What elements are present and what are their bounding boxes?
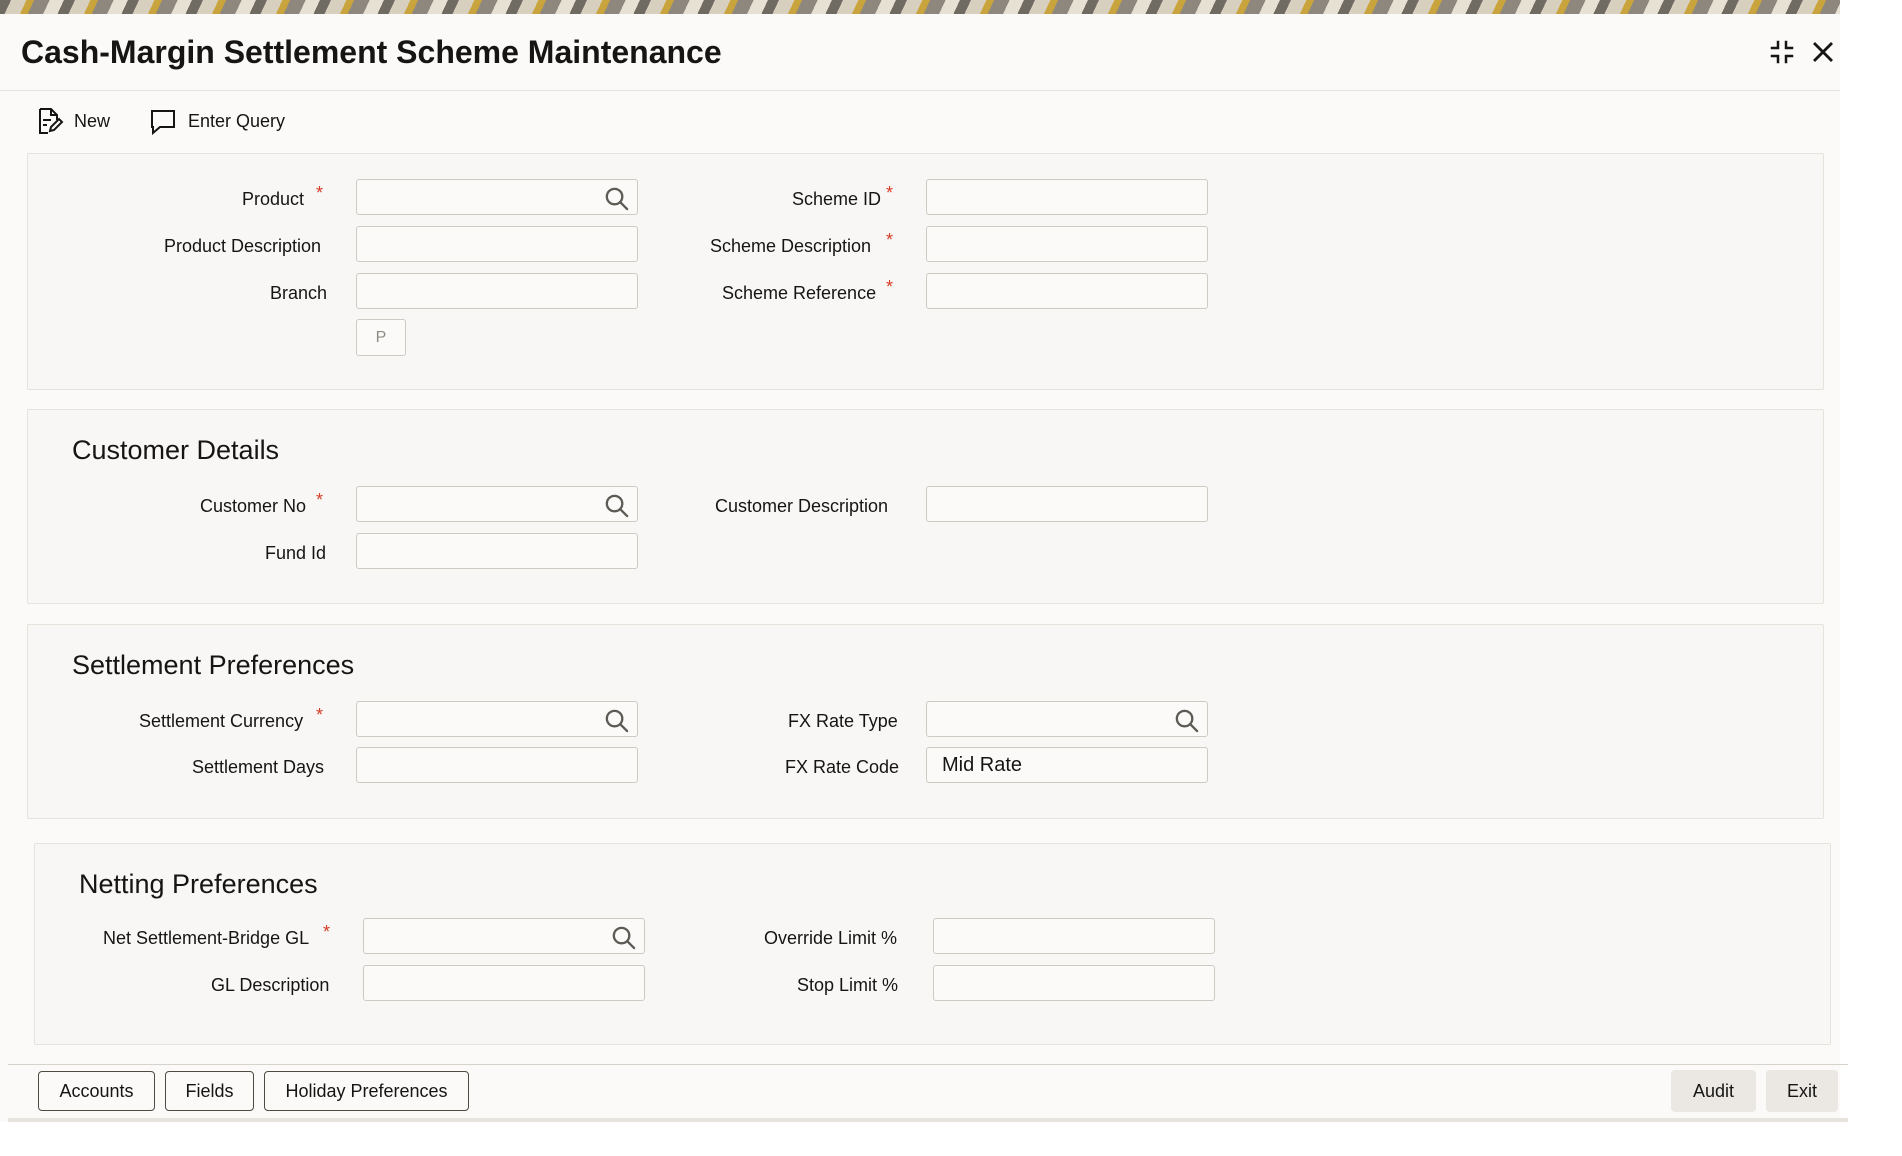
settlement-days-input[interactable] [357, 748, 637, 782]
gl-description-input[interactable] [364, 966, 644, 1000]
audit-button[interactable]: Audit [1671, 1070, 1756, 1112]
fx-rate-code-field-wrapper [926, 747, 1208, 783]
minimize-icon[interactable] [1766, 36, 1798, 68]
footer-divider [8, 1064, 1848, 1065]
scheme-reference-label: Scheme Reference [722, 283, 877, 303]
holiday-preferences-button[interactable]: Holiday Preferences [264, 1071, 469, 1111]
netting-preferences-panel: Netting Preferences Net Settlement-Bridg… [34, 843, 1831, 1045]
customer-no-required-marker: * [316, 490, 324, 510]
fund-id-field-wrapper [356, 533, 638, 569]
search-icon[interactable] [610, 924, 637, 951]
settlement-preferences-title: Settlement Preferences [72, 650, 355, 680]
toolbar: New Enter Query [0, 92, 1840, 150]
override-limit-label: Override Limit % [764, 928, 898, 948]
settlement-days-label: Settlement Days [192, 757, 325, 777]
settlement-currency-input[interactable] [357, 702, 637, 736]
fx-rate-type-label: FX Rate Type [788, 711, 898, 731]
net-settlement-bridge-gl-required-marker: * [323, 922, 331, 942]
maintenance-window: Cash-Margin Settlement Scheme Maintenanc… [0, 0, 1848, 1122]
gl-description-field-wrapper [363, 965, 645, 1001]
enter-query-label: Enter Query [188, 110, 286, 131]
scheme-description-required-marker: * [886, 230, 894, 250]
branch-field-wrapper [356, 273, 638, 309]
product-field-wrapper [356, 179, 638, 215]
customer-no-input[interactable] [357, 487, 637, 521]
scheme-description-label: Scheme Description [710, 236, 872, 256]
customer-description-field-wrapper [926, 486, 1208, 522]
application-screen: Cash-Margin Settlement Scheme Maintenanc… [0, 0, 1902, 1156]
scheme-id-input[interactable] [927, 180, 1207, 214]
settlement-currency-field-wrapper [356, 701, 638, 737]
product-label: Product [242, 189, 305, 209]
scheme-description-input[interactable] [927, 227, 1207, 261]
close-icon[interactable] [1807, 36, 1839, 68]
exit-button[interactable]: Exit [1766, 1070, 1838, 1112]
scheme-id-required-marker: * [886, 183, 894, 203]
fund-id-label: Fund Id [265, 543, 327, 563]
fx-rate-code-label: FX Rate Code [785, 757, 900, 777]
document-edit-icon [39, 108, 64, 134]
netting-preferences-title: Netting Preferences [79, 869, 318, 899]
branch-label: Branch [270, 283, 328, 303]
new-button[interactable]: New [34, 104, 110, 138]
customer-description-label: Customer Description [715, 496, 889, 516]
override-limit-field-wrapper [933, 918, 1215, 954]
fund-id-input[interactable] [357, 534, 637, 568]
customer-no-label: Customer No [200, 496, 307, 516]
scheme-description-field-wrapper [926, 226, 1208, 262]
branch-input[interactable] [357, 274, 637, 308]
override-limit-input[interactable] [934, 919, 1214, 953]
scheme-reference-required-marker: * [886, 277, 894, 297]
product-description-label: Product Description [164, 236, 322, 256]
accounts-button[interactable]: Accounts [38, 1071, 155, 1111]
search-icon[interactable] [603, 185, 630, 212]
fields-button[interactable]: Fields [165, 1071, 254, 1111]
settlement-days-field-wrapper [356, 747, 638, 783]
scheme-reference-input[interactable] [927, 274, 1207, 308]
title-bar: Cash-Margin Settlement Scheme Maintenanc… [0, 14, 1840, 91]
search-icon[interactable] [603, 492, 630, 519]
stop-limit-field-wrapper [933, 965, 1215, 1001]
search-icon[interactable] [603, 707, 630, 734]
settlement-currency-required-marker: * [316, 705, 324, 725]
net-settlement-bridge-gl-field-wrapper [363, 918, 645, 954]
footer-shadow [8, 1118, 1848, 1122]
net-settlement-bridge-gl-label: Net Settlement-Bridge GL [103, 928, 310, 948]
fx-rate-type-input[interactable] [927, 702, 1207, 736]
page-title: Cash-Margin Settlement Scheme Maintenanc… [21, 34, 722, 70]
chat-bubble-icon [151, 110, 175, 136]
p-button[interactable]: P [356, 319, 406, 356]
customer-details-panel: Customer Details Customer No * Fund Id C… [27, 409, 1824, 604]
net-settlement-bridge-gl-input[interactable] [364, 919, 644, 953]
scheme-id-label: Scheme ID [792, 189, 882, 209]
stop-limit-input[interactable] [934, 966, 1214, 1000]
product-input[interactable] [357, 180, 637, 214]
product-description-field-wrapper [356, 226, 638, 262]
product-description-input[interactable] [357, 227, 637, 261]
product-required-marker: * [316, 183, 324, 203]
settlement-currency-label: Settlement Currency [139, 711, 304, 731]
stop-limit-label: Stop Limit % [797, 975, 899, 995]
scheme-main-panel: Product * Product Description Branch P S… [27, 153, 1824, 390]
scheme-id-field-wrapper [926, 179, 1208, 215]
scheme-reference-field-wrapper [926, 273, 1208, 309]
customer-description-input[interactable] [927, 487, 1207, 521]
customer-no-field-wrapper [356, 486, 638, 522]
fx-rate-code-input[interactable] [927, 748, 1207, 782]
enter-query-button[interactable]: Enter Query [148, 104, 285, 138]
gl-description-label: GL Description [211, 975, 330, 995]
search-icon[interactable] [1173, 707, 1200, 734]
customer-details-title: Customer Details [72, 435, 280, 465]
fx-rate-type-field-wrapper [926, 701, 1208, 737]
decorative-header-stripe [0, 0, 1840, 14]
new-label: New [74, 110, 111, 131]
settlement-preferences-panel: Settlement Preferences Settlement Curren… [27, 624, 1824, 819]
